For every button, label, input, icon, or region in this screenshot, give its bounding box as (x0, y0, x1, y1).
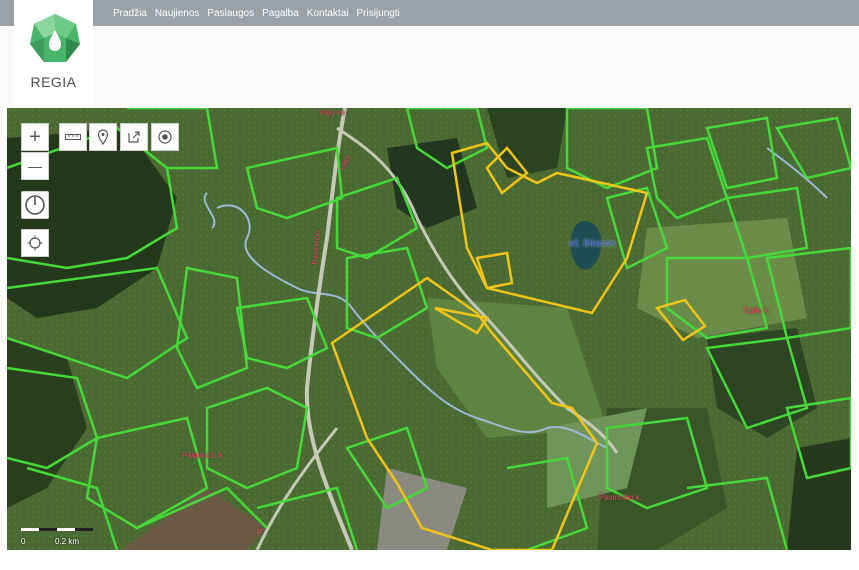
zoom-out-button[interactable]: — (21, 152, 49, 180)
nav-item-prisijungti[interactable]: Prisijungti (357, 8, 400, 19)
share-button[interactable] (120, 123, 148, 151)
measure-button[interactable] (59, 123, 87, 151)
locate-me-button[interactable] (151, 123, 179, 151)
logo-text: REGIA (30, 74, 77, 90)
road-label-bottom: P (257, 528, 263, 537)
logo[interactable]: REGIA (14, 0, 93, 108)
satellite-map[interactable] (7, 108, 851, 550)
gps-button[interactable] (21, 229, 49, 257)
village-label-pavirincio-right: Pavirinčio k. (599, 493, 643, 502)
nav-item-pagalba[interactable]: Pagalba (262, 8, 299, 19)
compass-button[interactable] (21, 191, 49, 219)
lake-label: ež. Bikardis (569, 238, 616, 248)
main-nav: Pradžia Naujienos Paslaugos Pagalba Kont… (113, 0, 400, 26)
compass-icon (25, 195, 45, 215)
zoom-out-label: — (28, 158, 42, 174)
road-label-vaju: Vajų ve. (319, 108, 348, 117)
logo-drop-icon (30, 14, 80, 62)
scale-bar: 0 0.2 km (21, 521, 111, 547)
scale-zero: 0 (21, 537, 26, 546)
map-pin-icon (97, 129, 109, 145)
zoom-in-label: + (29, 126, 41, 148)
scale-line (21, 528, 93, 531)
zoom-in-button[interactable]: + (21, 123, 49, 151)
nav-item-kontaktai[interactable]: Kontaktai (307, 8, 349, 19)
top-nav-bar: Pradžia Naujienos Paslaugos Pagalba Kont… (0, 0, 859, 26)
village-label-pavirincio-left: Pavirinčio k. (182, 451, 226, 460)
nav-item-paslaugos[interactable]: Paslaugos (207, 8, 254, 19)
crosshair-icon (27, 235, 43, 251)
scale-distance: 0.2 km (55, 537, 80, 546)
village-label-egliu: Eglių k. (744, 306, 771, 315)
nav-item-naujienos[interactable]: Naujienos (155, 8, 199, 19)
nav-item-pradzia[interactable]: Pradžia (113, 8, 147, 19)
location-pin-button[interactable] (89, 123, 117, 151)
page-header (0, 26, 859, 108)
target-icon (158, 130, 172, 144)
map-view[interactable]: Vajų ve. Vajų Pavirinčio ež. Bikardis Eg… (7, 108, 851, 550)
share-icon (128, 131, 140, 143)
ruler-icon (65, 134, 81, 140)
